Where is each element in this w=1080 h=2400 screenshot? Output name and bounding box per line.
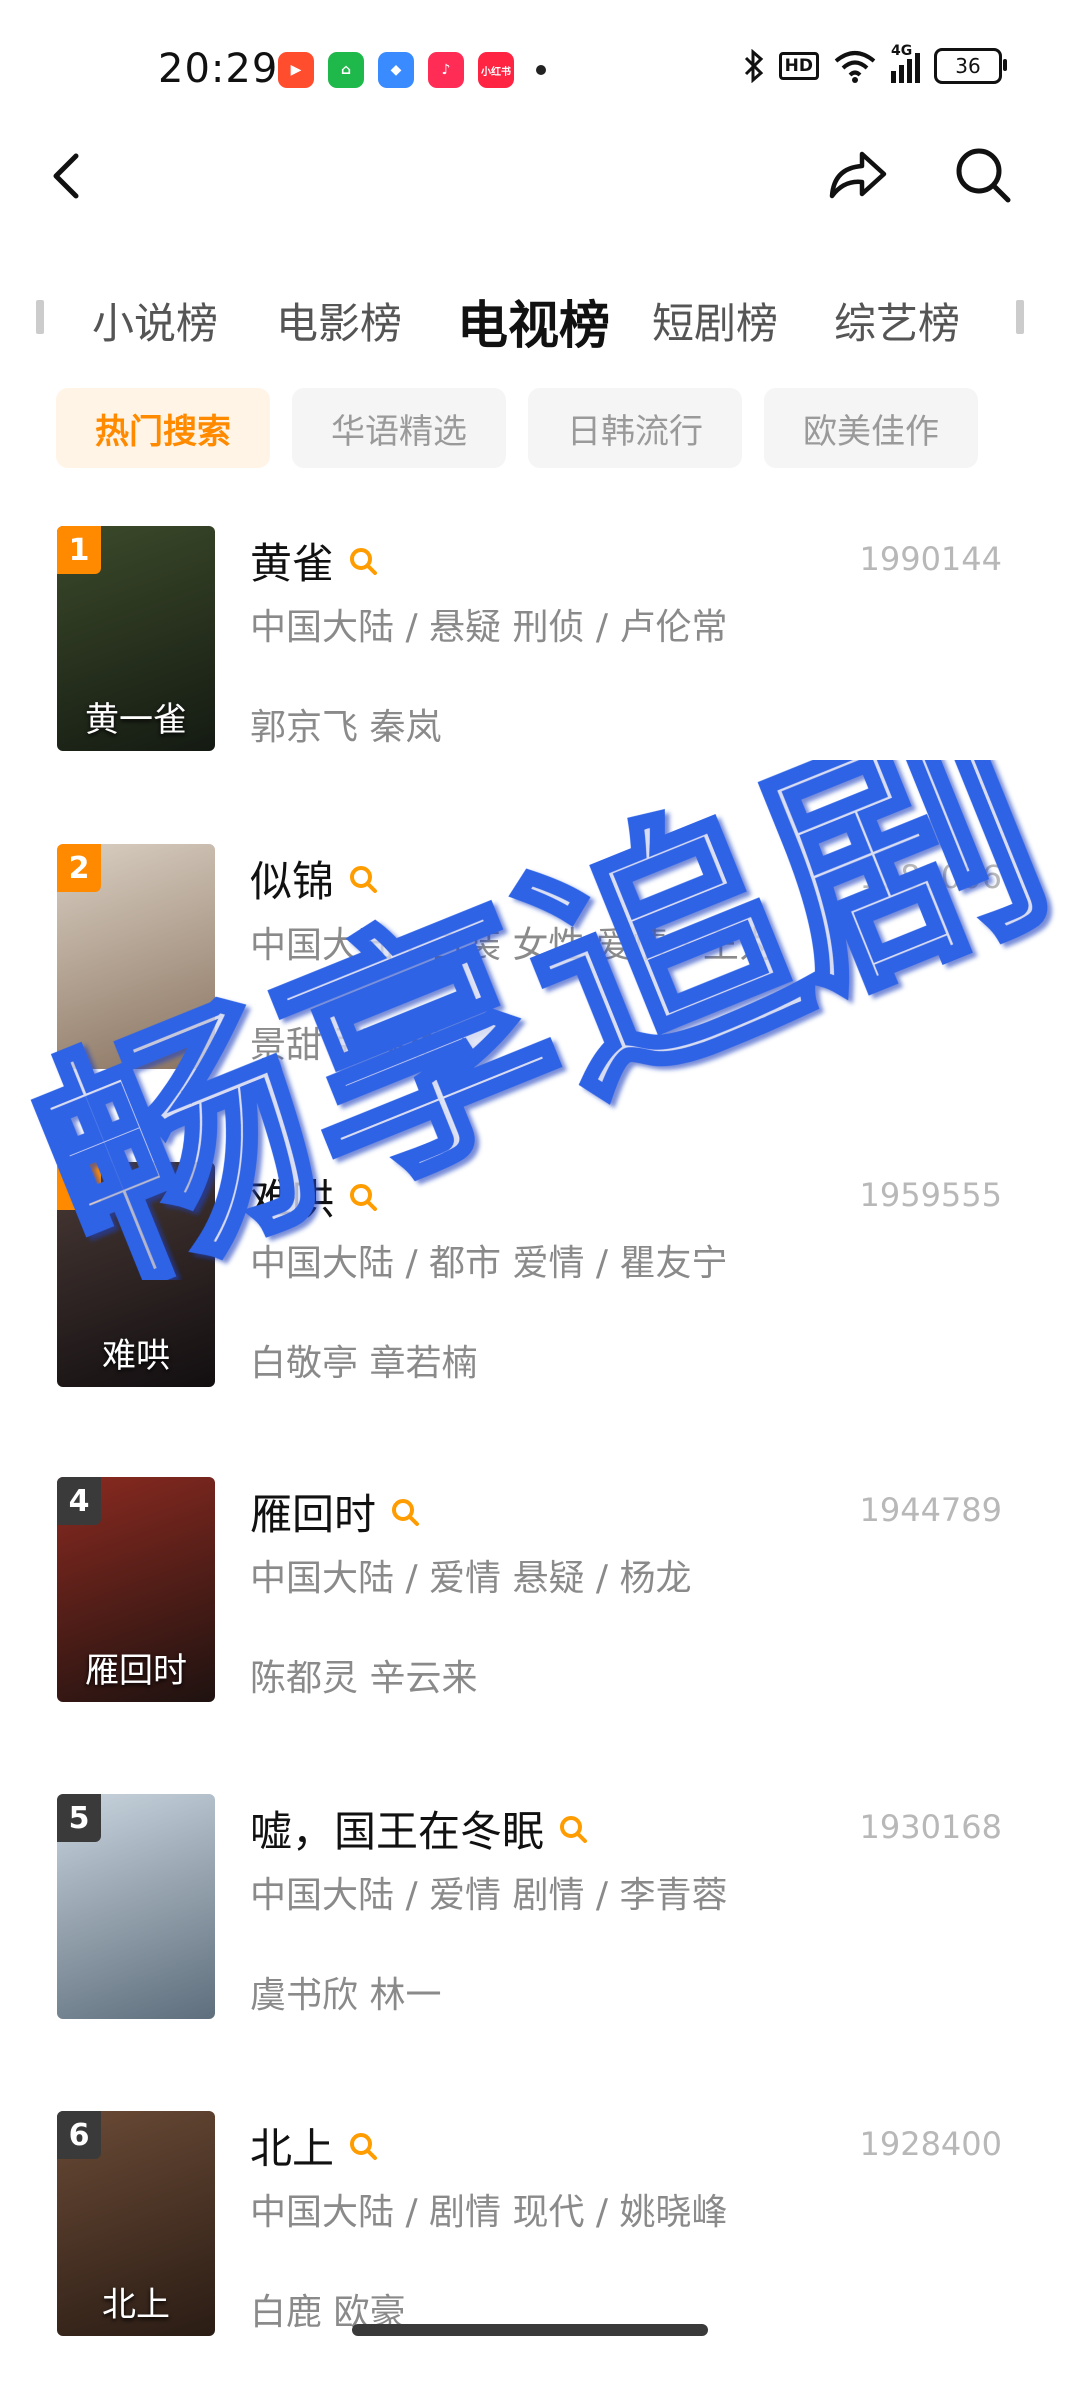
show-title-wrap[interactable]: 黄雀: [250, 530, 378, 591]
rank-badge: 6: [57, 2111, 101, 2159]
ranking-row[interactable]: 2 似锦 1989006 中国大陆 / 古装 女性 爱情 / 王为 景甜 张晚意: [0, 844, 1080, 1072]
show-cast: 景甜 张晚意: [250, 1025, 442, 1066]
wifi-icon: [834, 51, 876, 83]
battery-icon: 36: [934, 48, 1007, 84]
chip-hot-search[interactable]: 热门搜索: [56, 388, 270, 468]
search-small-icon[interactable]: [348, 546, 378, 576]
hot-score: 1930168: [859, 1808, 1002, 1846]
ranking-row[interactable]: 6 北上 北上 1928400 中国大陆 / 剧情 现代 / 姚晓峰 白鹿 欧豪: [0, 2111, 1080, 2339]
hot-score: 1990144: [859, 540, 1002, 578]
show-title: 雁回时: [250, 1490, 377, 1539]
video-app-icon: ▶: [278, 52, 314, 88]
tab-variety[interactable]: 综艺榜: [834, 290, 960, 351]
show-title-wrap[interactable]: 似锦: [250, 848, 378, 909]
search-small-icon[interactable]: [348, 2131, 378, 2161]
rank-badge: 1: [57, 526, 101, 574]
show-meta: 中国大陆 / 剧情 现代 / 姚晓峰: [250, 2192, 728, 2233]
bluetooth-icon: [744, 49, 763, 83]
poster-title: 黄一雀: [85, 700, 187, 740]
rank-badge: 5: [57, 1794, 101, 1842]
ranking-row[interactable]: 4 雁回时 雁回时 1944789 中国大陆 / 爱情 悬疑 / 杨龙 陈都灵 …: [0, 1477, 1080, 1705]
filter-chips: 热门搜索 华语精选 日韩流行 欧美佳作: [56, 388, 978, 468]
show-meta: 中国大陆 / 爱情 悬疑 / 杨龙: [250, 1558, 692, 1599]
show-title: 北上: [250, 2124, 335, 2173]
tab-overflow-right: [1016, 300, 1024, 334]
show-title: 难哄: [250, 1175, 335, 1224]
blue-app-icon: ◆: [378, 52, 414, 88]
more-notifications-icon: [536, 65, 546, 75]
show-meta: 中国大陆 / 爱情 剧情 / 李青蓉: [250, 1875, 728, 1916]
battery-level: 36: [955, 54, 981, 78]
show-cast: 白敬亭 章若楠: [250, 1343, 478, 1384]
rank-badge: 2: [57, 844, 101, 892]
redbook-app-icon: 小红书: [478, 52, 514, 88]
rank-badge: 4: [57, 1477, 101, 1525]
show-title-wrap[interactable]: 难哄: [250, 1166, 378, 1227]
ranking-row[interactable]: 1 黄一雀 黄雀 1990144 中国大陆 / 悬疑 刑侦 / 卢伦常 郭京飞 …: [0, 526, 1080, 754]
hot-score: 1959555: [859, 1176, 1002, 1214]
tab-overflow-left: [36, 300, 44, 334]
poster-thumbnail[interactable]: 3 难哄: [57, 1162, 215, 1387]
hot-score: 1928400: [859, 2125, 1002, 2163]
show-title-wrap[interactable]: 雁回时: [250, 1481, 420, 1542]
poster-thumbnail[interactable]: 6 北上: [57, 2111, 215, 2336]
notification-app-icons: ▶ ⌂ ◆ ♪ 小红书: [278, 52, 546, 88]
category-tabs: 小说榜 电影榜 电视榜 短剧榜 综艺榜: [0, 290, 1080, 360]
tab-short-drama[interactable]: 短剧榜: [652, 290, 778, 351]
show-meta: 中国大陆 / 都市 爱情 / 瞿友宁: [250, 1243, 728, 1284]
tab-novel[interactable]: 小说榜: [92, 290, 218, 351]
show-title: 似锦: [250, 857, 335, 906]
hd-badge: HD: [778, 52, 819, 80]
status-time: 20:29: [158, 46, 279, 92]
shop-app-icon: ⌂: [328, 52, 364, 88]
tab-tv[interactable]: 电视榜: [457, 284, 610, 358]
music-app-icon: ♪: [428, 52, 464, 88]
ranking-row[interactable]: 5 嘘，国王在冬眠 1930168 中国大陆 / 爱情 剧情 / 李青蓉 虞书欣…: [0, 1794, 1080, 2022]
share-icon[interactable]: [824, 144, 890, 208]
chip-chinese-picks[interactable]: 华语精选: [292, 388, 506, 468]
poster-title: 北上: [102, 2285, 170, 2325]
chip-western-picks[interactable]: 欧美佳作: [764, 388, 978, 468]
hot-score: 1989006: [859, 858, 1002, 896]
tab-movie[interactable]: 电影榜: [276, 290, 402, 351]
poster-title: 雁回时: [85, 1651, 187, 1691]
rank-badge: 3: [57, 1162, 101, 1210]
show-title: 嘘，国王在冬眠: [250, 1807, 545, 1856]
hot-score: 1944789: [859, 1491, 1002, 1529]
search-small-icon[interactable]: [390, 1497, 420, 1527]
show-title-wrap[interactable]: 北上: [250, 2115, 378, 2176]
search-icon[interactable]: [952, 144, 1014, 206]
search-small-icon[interactable]: [348, 864, 378, 894]
poster-title: 难哄: [102, 1336, 170, 1376]
status-bar: 20:29 ▶ ⌂ ◆ ♪ 小红书 HD 4G 36: [0, 0, 1080, 140]
poster-thumbnail[interactable]: 4 雁回时: [57, 1477, 215, 1702]
show-title-wrap[interactable]: 嘘，国王在冬眠: [250, 1798, 588, 1859]
back-arrow-icon[interactable]: [40, 146, 100, 206]
show-meta: 中国大陆 / 古装 女性 爱情 / 王为: [250, 925, 775, 966]
poster-thumbnail[interactable]: 1 黄一雀: [57, 526, 215, 751]
show-title: 黄雀: [250, 539, 335, 588]
signal-icon: 4G: [891, 43, 920, 83]
show-meta: 中国大陆 / 悬疑 刑侦 / 卢伦常: [250, 607, 728, 648]
chip-jp-kr-trending[interactable]: 日韩流行: [528, 388, 742, 468]
show-cast: 虞书欣 林一: [250, 1975, 442, 2016]
home-indicator[interactable]: [352, 2324, 708, 2336]
search-small-icon[interactable]: [348, 1182, 378, 1212]
ranking-row[interactable]: 3 难哄 难哄 1959555 中国大陆 / 都市 爱情 / 瞿友宁 白敬亭 章…: [0, 1162, 1080, 1390]
poster-thumbnail[interactable]: 2: [57, 844, 215, 1069]
show-cast: 郭京飞 秦岚: [250, 707, 442, 748]
show-cast: 陈都灵 辛云来: [250, 1658, 478, 1699]
search-small-icon[interactable]: [558, 1814, 588, 1844]
network-type: 4G: [891, 43, 913, 59]
status-right: HD 4G 36: [743, 43, 1007, 84]
poster-thumbnail[interactable]: 5: [57, 1794, 215, 2019]
